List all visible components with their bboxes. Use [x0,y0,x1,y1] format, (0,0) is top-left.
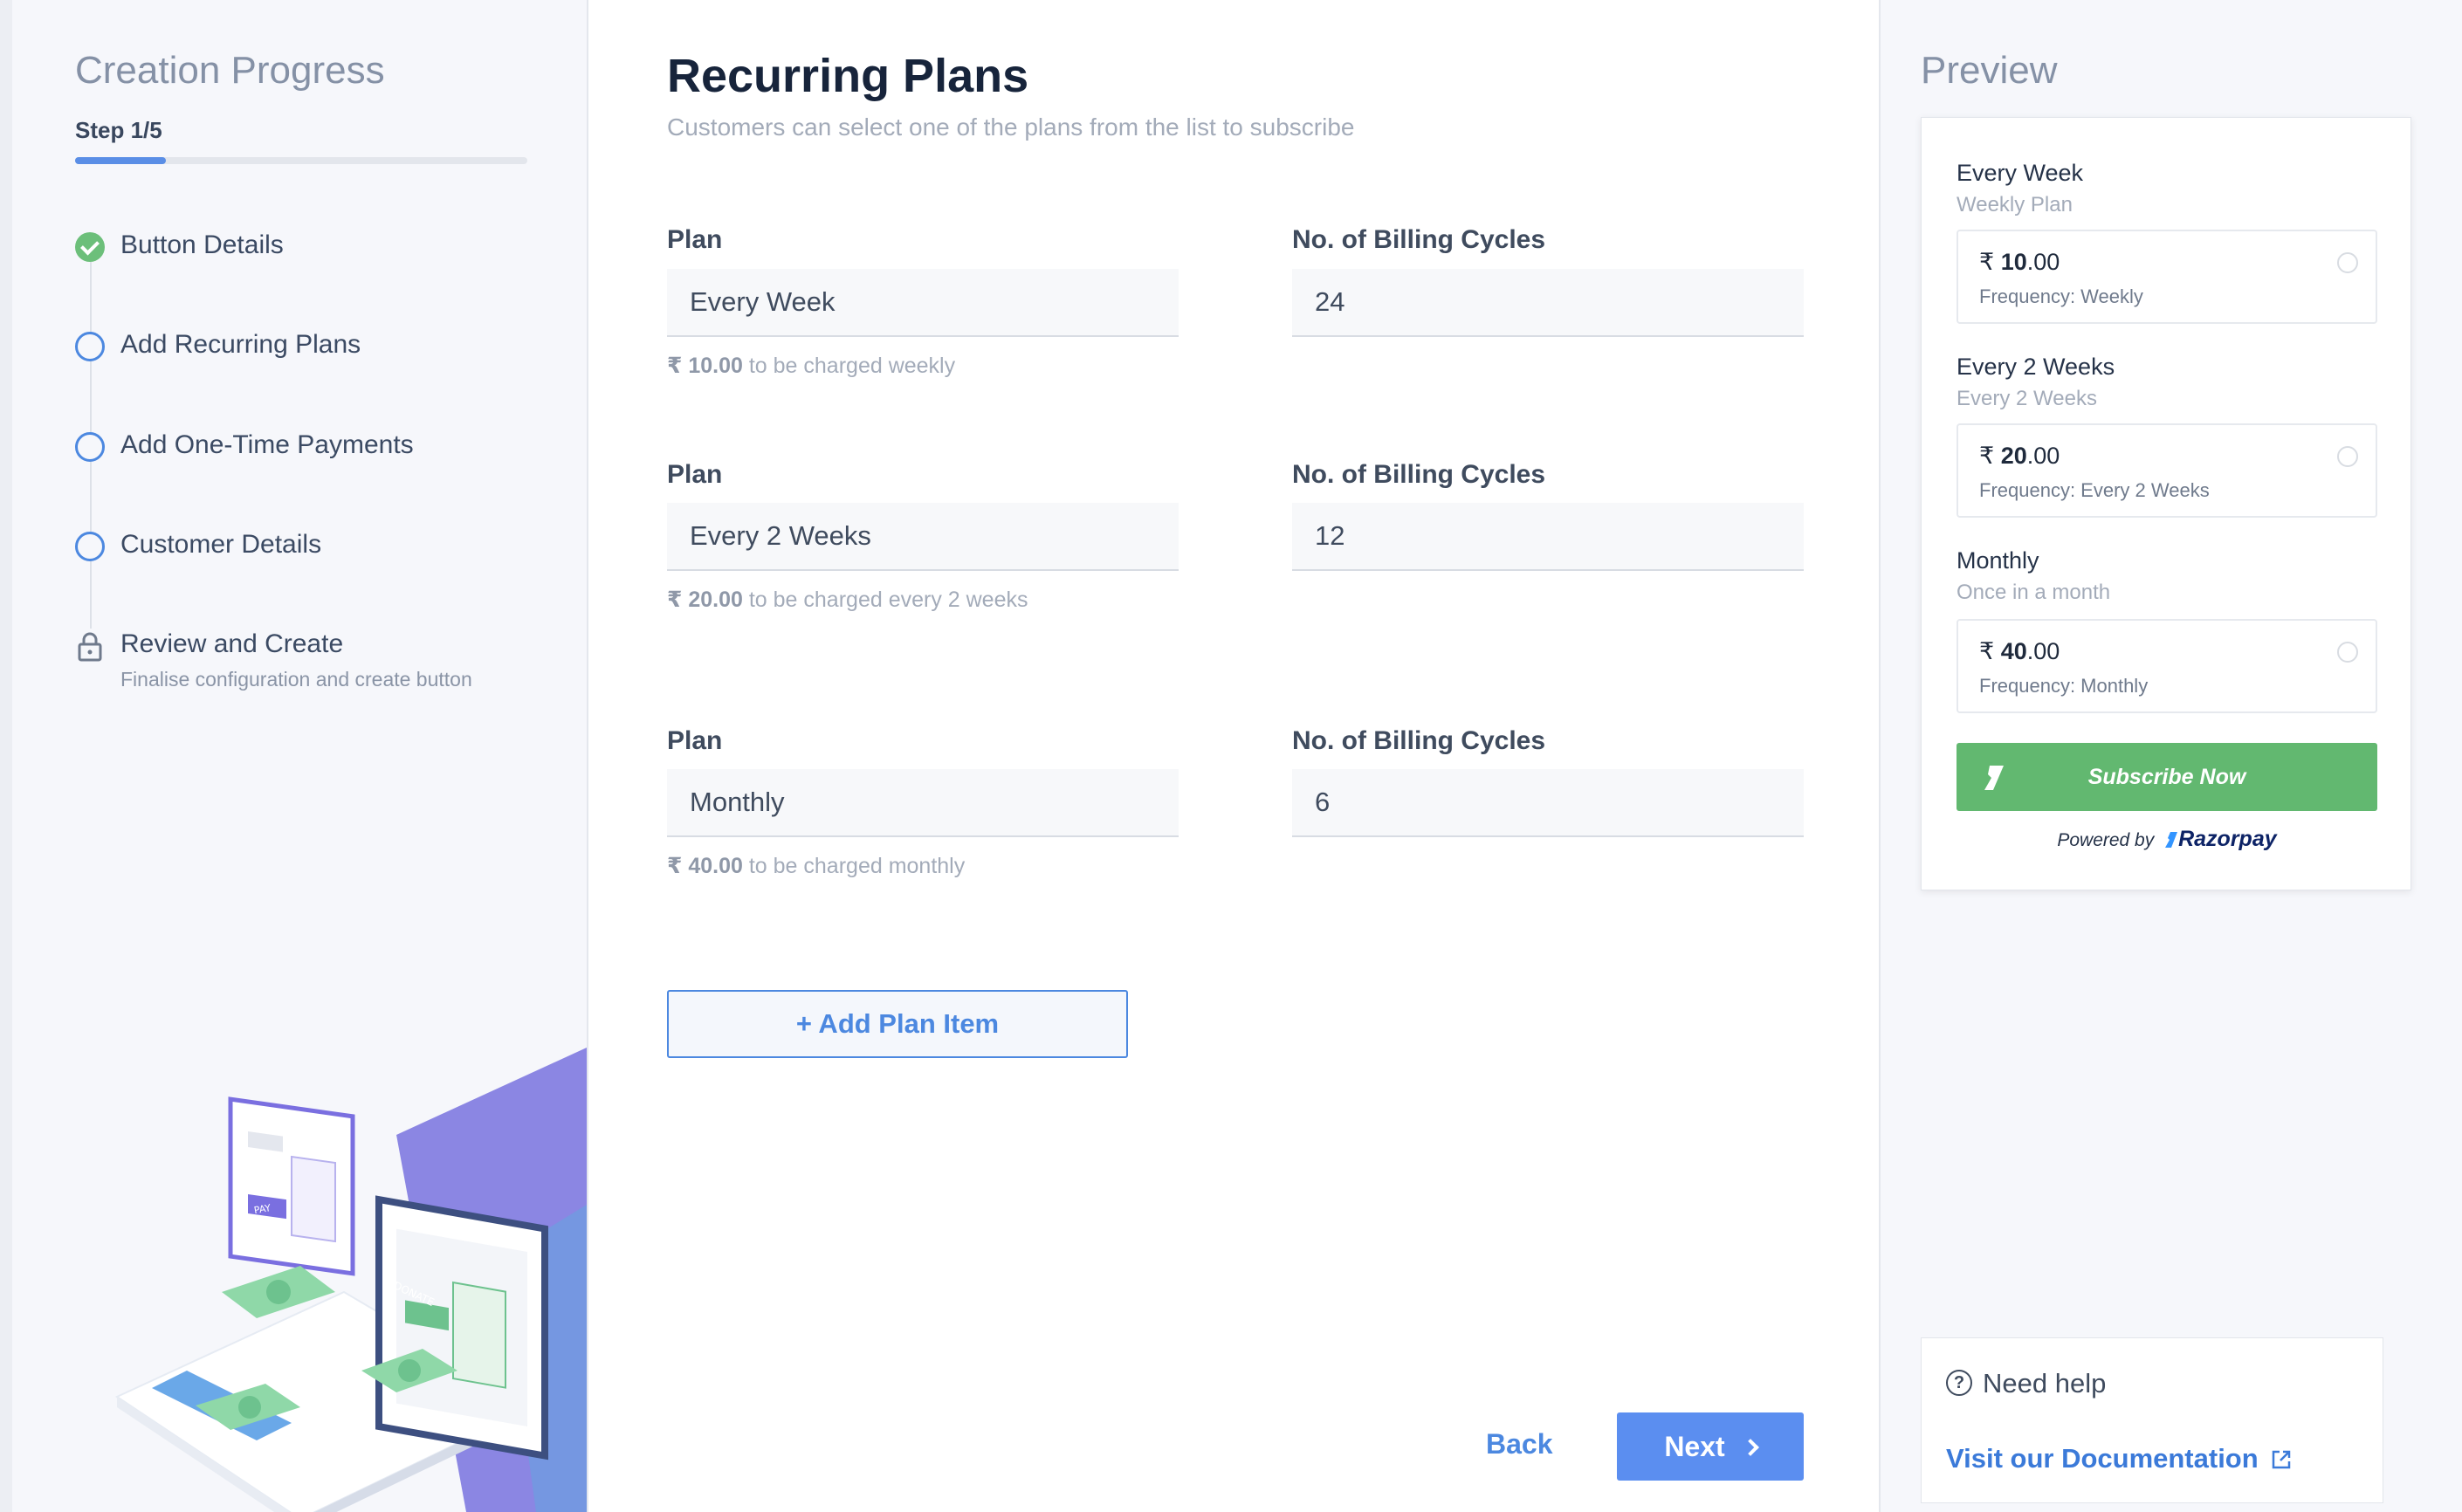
plan-select[interactable]: Every Week [667,269,1179,337]
progress-title: Creation Progress [75,49,385,92]
preview-plan-name: Every Week [1957,160,2084,186]
plan-charge-text: to be charged weekly [742,354,956,378]
price-whole: 40 [2000,638,2027,664]
radio-circle-icon [2337,446,2358,467]
step-label: Review and Create [120,629,344,658]
step-label: Customer Details [120,530,322,559]
price-decimal: .00 [2026,638,2060,664]
plan-charge-text: to be charged every 2 weeks [742,588,1028,612]
preview-plan-price: ₹ 10.00 [1979,249,2060,276]
plan-amount: ₹ 20.00 [667,588,743,612]
plan-amount: ₹ 40.00 [667,854,743,878]
question-icon: ? [1946,1370,1972,1396]
recurring-plans-form: Recurring Plans Customers can select one… [587,0,1881,1512]
circle-icon [75,332,105,361]
plan-amount: ₹ 10.00 [667,354,743,378]
price-decimal: .00 [2026,443,2060,469]
plan-label: Plan [667,225,723,254]
step-label: Add One-Time Payments [120,430,414,459]
preview-plan-frequency: Frequency: Monthly [1979,675,2149,697]
preview-plan-frequency: Frequency: Weekly [1979,285,2143,307]
powered-by: Powered by Razorpay [1922,827,2412,852]
plan-label: Plan [667,726,723,755]
subscribe-now-button[interactable]: Subscribe Now [1957,743,2377,811]
preview-plan-option[interactable]: ₹ 20.00 Frequency: Every 2 Weeks [1957,423,2377,518]
plan-select[interactable]: Monthly [667,769,1179,837]
billing-cycles-label: No. of Billing Cycles [1292,460,1546,489]
subscribe-label: Subscribe Now [2087,765,2246,789]
price-decimal: .00 [2026,249,2060,275]
step-label: Button Details [120,230,284,259]
page-title: Recurring Plans [667,50,1029,102]
progress-bar-fill [75,157,166,164]
add-plan-item-button[interactable]: + Add Plan Item [667,990,1128,1058]
creation-progress-panel: Creation Progress Step 1/5 Button Detail… [12,0,587,1512]
billing-cycles-input[interactable]: 6 [1292,769,1804,837]
preview-plan-desc: Once in a month [1957,581,2111,604]
back-button[interactable]: Back [1486,1428,1553,1460]
preview-panel: Preview Every Week Weekly Plan ₹ 10.00 F… [1881,0,2462,1512]
currency-symbol: ₹ [1979,443,1995,469]
preview-plan-price: ₹ 40.00 [1979,638,2060,665]
preview-plan-desc: Every 2 Weeks [1957,387,2097,410]
documentation-link-label: Visit our Documentation [1946,1443,2259,1474]
step-label: Add Recurring Plans [120,330,361,359]
plan-label: Plan [667,460,723,489]
help-card: ? Need help Visit our Documentation [1921,1337,2383,1503]
razorpay-logo-icon [1984,766,2004,790]
currency-symbol: ₹ [1979,638,1995,664]
plan-select[interactable]: Every 2 Weeks [667,503,1179,571]
plan-charge-hint: ₹ 40.00 to be charged monthly [667,853,965,879]
step-subtitle: Finalise configuration and create button [120,668,472,691]
lock-icon [75,631,105,662]
circle-icon [75,532,105,561]
razorpay-logo-icon [2165,832,2178,848]
preview-plan-name: Monthly [1957,547,2039,574]
chevron-right-icon [1741,1439,1759,1456]
window-edge [0,0,12,1512]
preview-card: Every Week Weekly Plan ₹ 10.00 Frequency… [1921,117,2411,890]
preview-plan-option[interactable]: ₹ 40.00 Frequency: Monthly [1957,619,2377,713]
documentation-link[interactable]: Visit our Documentation [1946,1443,2292,1474]
next-button[interactable]: Next [1617,1412,1804,1481]
billing-cycles-input[interactable]: 12 [1292,503,1804,571]
currency-symbol: ₹ [1979,249,1995,275]
payment-illustration: PAY DONATE [114,1048,587,1512]
need-help-text: Need help [1983,1368,2107,1399]
billing-cycles-label: No. of Billing Cycles [1292,726,1546,755]
plan-charge-hint: ₹ 10.00 to be charged weekly [667,353,955,379]
price-whole: 10 [2000,249,2027,275]
step-counter: Step 1/5 [75,117,162,143]
plan-charge-text: to be charged monthly [742,854,966,878]
preview-plan-option[interactable]: ₹ 10.00 Frequency: Weekly [1957,230,2377,324]
radio-circle-icon [2337,642,2358,663]
preview-plan-price: ₹ 20.00 [1979,443,2060,470]
radio-circle-icon [2337,252,2358,273]
preview-plan-desc: Weekly Plan [1957,193,2073,216]
plan-charge-hint: ₹ 20.00 to be charged every 2 weeks [667,587,1028,613]
preview-plan-frequency: Frequency: Every 2 Weeks [1979,479,2210,501]
preview-plan-name: Every 2 Weeks [1957,354,2115,380]
progress-bar [75,157,527,164]
page-subtitle: Customers can select one of the plans fr… [667,113,1355,141]
price-whole: 20 [2000,443,2027,469]
billing-cycles-label: No. of Billing Cycles [1292,225,1546,254]
razorpay-brand: Razorpay [2178,827,2277,851]
check-circle-icon [75,232,105,262]
powered-by-text: Powered by [2057,830,2155,850]
circle-icon [75,432,105,462]
billing-cycles-input[interactable]: 24 [1292,269,1804,337]
preview-title: Preview [1921,49,2058,92]
external-link-icon [2272,1450,2290,1469]
next-label: Next [1664,1431,1725,1462]
